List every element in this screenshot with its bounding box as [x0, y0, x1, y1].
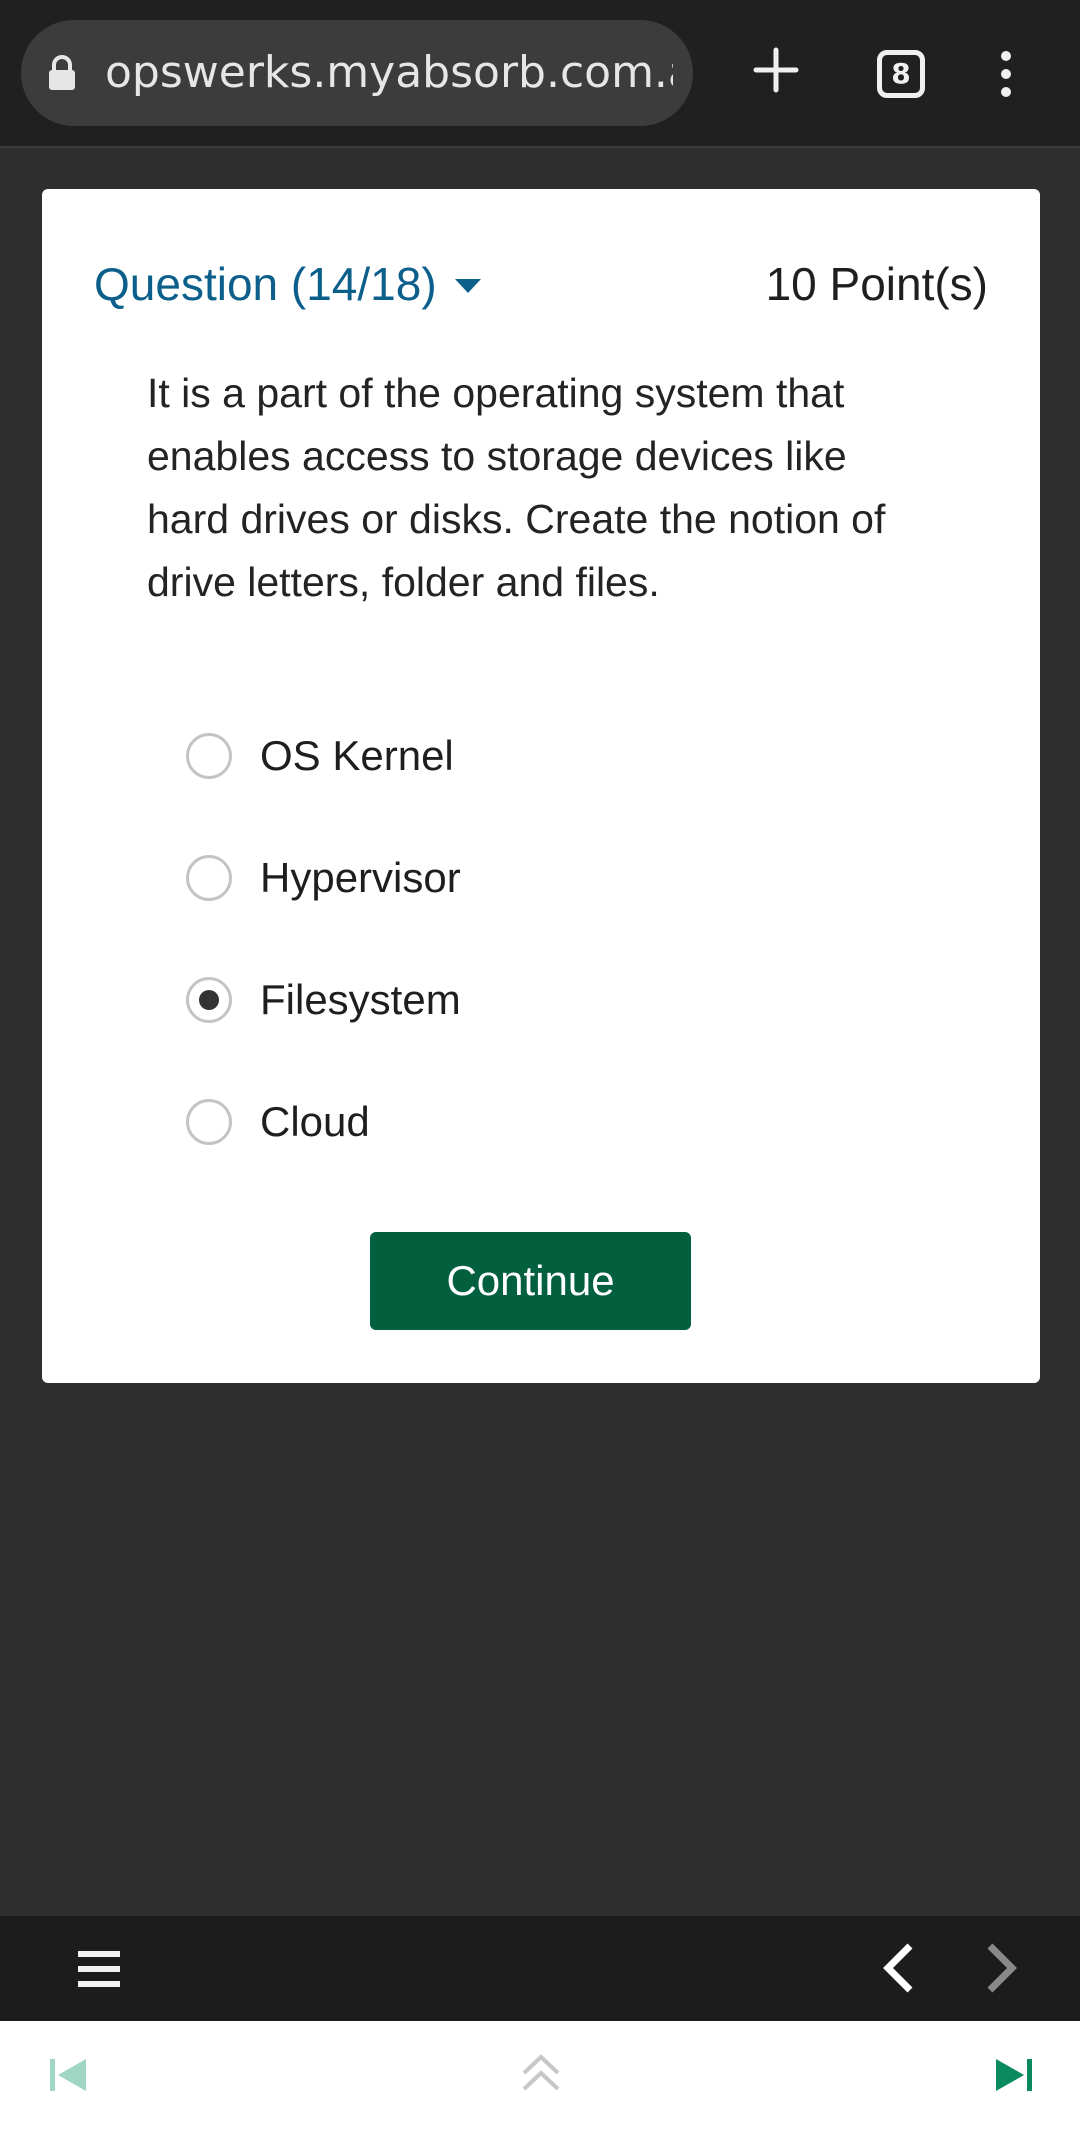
answer-option[interactable]: Cloud: [186, 1077, 886, 1167]
tab-switcher-button[interactable]: 8: [877, 50, 925, 98]
chevron-left-icon[interactable]: [880, 1942, 916, 1994]
skip-last-icon[interactable]: [994, 2057, 1034, 2093]
question-points: 10 Point(s): [765, 258, 988, 310]
continue-button[interactable]: Continue: [370, 1232, 691, 1330]
caret-down-icon: [454, 279, 481, 293]
page-navigation: [0, 2021, 1080, 2131]
radio-button[interactable]: [186, 1099, 232, 1145]
double-chevron-up-icon[interactable]: [520, 2051, 562, 2095]
answer-label: Filesystem: [260, 976, 461, 1023]
answer-option[interactable]: Hypervisor: [186, 833, 886, 923]
browser-toolbar: opswerks.myabsorb.com.au 8: [0, 0, 1080, 148]
answer-label: Hypervisor: [260, 854, 461, 901]
plus-icon[interactable]: [752, 46, 800, 94]
more-options-icon[interactable]: [996, 50, 1016, 98]
answer-option[interactable]: OS Kernel: [186, 711, 886, 801]
answer-label: Cloud: [260, 1098, 370, 1145]
radio-button-selected[interactable]: [186, 977, 232, 1023]
answer-option[interactable]: Filesystem: [186, 955, 886, 1045]
hamburger-icon[interactable]: [78, 1951, 120, 1987]
answer-label: OS Kernel: [260, 732, 454, 779]
radio-button[interactable]: [186, 855, 232, 901]
skip-first-icon[interactable]: [48, 2057, 88, 2093]
question-text: It is a part of the operating system tha…: [147, 370, 886, 605]
url-text: opswerks.myabsorb.com.au: [105, 47, 673, 98]
radio-button[interactable]: [186, 733, 232, 779]
question-number: Question (14/18): [94, 258, 437, 310]
course-toolbar: [0, 1916, 1080, 2021]
chevron-right-icon[interactable]: [984, 1942, 1020, 1994]
question-selector[interactable]: Question (14/18): [94, 249, 483, 319]
lock-icon: [49, 55, 75, 90]
question-card: Question (14/18) 10 Point(s) It is a par…: [42, 189, 1040, 1383]
address-bar[interactable]: opswerks.myabsorb.com.au: [21, 20, 693, 126]
